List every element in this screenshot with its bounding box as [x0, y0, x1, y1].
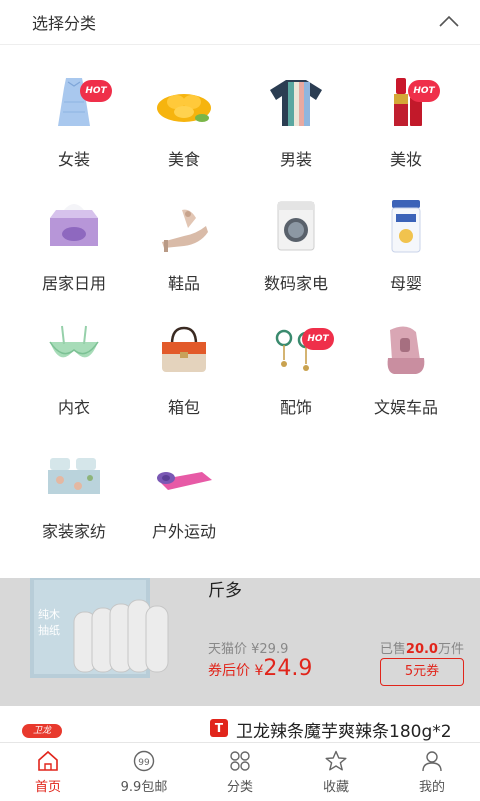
- yoga-mat-icon: [157, 472, 212, 490]
- tmall-price: 天猫价 ¥29.9: [208, 642, 289, 657]
- category-label: 数码家电: [263, 274, 328, 293]
- category-label: 箱包: [167, 398, 200, 417]
- category-outdoor-sports[interactable]: 户外运动: [124, 418, 244, 542]
- chevron-up-icon[interactable]: [438, 12, 460, 30]
- heel-shoe-icon: [162, 209, 208, 252]
- category-label: 鞋品: [167, 274, 200, 293]
- category-label: 配饰: [279, 398, 312, 417]
- milk-powder-icon: [391, 200, 421, 253]
- home-icon: [38, 750, 58, 771]
- tshirt-icon: [270, 80, 322, 126]
- category-label: 美妆: [389, 150, 422, 169]
- category-header: 选择分类: [0, 0, 480, 45]
- tab-9-9-free-shipping[interactable]: 99 9.9包邮: [96, 743, 192, 801]
- tissue-box-icon: [50, 204, 98, 246]
- tab-label: 9.9包邮: [120, 780, 168, 795]
- hot-badge: HOT: [80, 80, 112, 102]
- sold-count: 已售20.0万件: [380, 638, 464, 657]
- star-icon: [325, 750, 347, 771]
- after-coupon-value: 24.9: [263, 656, 313, 681]
- category-electronics[interactable]: 数码家电: [236, 170, 356, 294]
- category-label: 文娱车品: [373, 398, 438, 417]
- bottom-tab-bar: 首页 99 9.9包邮 分类 收藏 我的: [0, 742, 480, 801]
- tab-label: 首页: [34, 780, 61, 795]
- after-coupon-label: 券后价 ¥: [208, 663, 264, 679]
- mango-icon: [157, 94, 211, 122]
- category-label: 户外运动: [151, 522, 216, 541]
- page-title: 选择分类: [32, 14, 97, 33]
- bra-icon: [49, 325, 99, 358]
- category-bags[interactable]: 箱包: [124, 294, 244, 418]
- washing-machine-icon: [277, 201, 315, 251]
- category-label: 美食: [167, 150, 200, 169]
- product-card[interactable]: 卫龙 T 卫龙辣条魔芋爽辣条180g*2: [0, 706, 480, 742]
- product-package-text: 抽纸: [38, 623, 60, 637]
- svg-text:99: 99: [138, 758, 150, 768]
- sold-prefix: 已售: [379, 642, 406, 657]
- category-accessories[interactable]: HOT 配饰: [236, 294, 356, 418]
- product-card[interactable]: 纯木 抽纸 斤多 天猫价 ¥29.9 券后价 ¥24.9 已售20.0万件 5元…: [0, 578, 480, 706]
- product-title: 斤多: [208, 581, 242, 601]
- hot-badge: HOT: [408, 80, 440, 102]
- tab-label: 分类: [226, 780, 253, 795]
- tab-favorites[interactable]: 收藏: [288, 743, 384, 801]
- category-underwear[interactable]: 内衣: [14, 294, 134, 418]
- tab-category[interactable]: 分类: [192, 743, 288, 801]
- category-label: 家装家纺: [41, 522, 106, 541]
- category-label: 男装: [279, 150, 312, 169]
- category-label: 内衣: [57, 398, 90, 417]
- 99-icon: 99: [133, 750, 155, 772]
- category-household[interactable]: 居家日用: [14, 170, 134, 294]
- coupon-button[interactable]: 5元券: [380, 658, 464, 686]
- category-icon: [230, 751, 250, 771]
- category-label: 母婴: [389, 274, 422, 293]
- hot-badge: HOT: [302, 328, 334, 350]
- category-entertainment-auto[interactable]: 文娱车品: [346, 294, 466, 418]
- category-beauty[interactable]: HOT 美妆: [346, 46, 466, 170]
- handbag-icon: [162, 326, 206, 372]
- product-package-text: 纯木: [38, 608, 60, 621]
- category-home-textiles[interactable]: 家装家纺: [14, 418, 134, 542]
- brand-logo: 卫龙: [22, 724, 62, 738]
- after-coupon-price: 券后价 ¥24.9: [208, 656, 312, 681]
- category-women-clothing[interactable]: HOT 女装: [14, 46, 134, 170]
- bedding-icon: [48, 458, 100, 494]
- child-car-seat-icon: [387, 326, 425, 374]
- category-label: 居家日用: [41, 274, 106, 293]
- category-label: 女装: [57, 150, 90, 169]
- category-grid: HOT 女装 美食 男装 HOT 美妆 居家日用 鞋品 数码家电 母婴 内衣 箱…: [0, 46, 480, 578]
- tab-profile[interactable]: 我的: [384, 743, 480, 801]
- tab-home[interactable]: 首页: [0, 743, 96, 801]
- tab-label: 我的: [418, 780, 445, 795]
- product-title: 卫龙辣条魔芋爽辣条180g*2: [236, 722, 452, 742]
- user-icon: [422, 751, 442, 772]
- category-men-clothing[interactable]: 男装: [236, 46, 356, 170]
- tab-label: 收藏: [322, 780, 349, 795]
- category-food[interactable]: 美食: [124, 46, 244, 170]
- category-shoes[interactable]: 鞋品: [124, 170, 244, 294]
- category-baby[interactable]: 母婴: [346, 170, 466, 294]
- product-image: 纯木 抽纸: [30, 578, 169, 678]
- tmall-badge: T: [210, 719, 228, 737]
- sold-value: 20.0: [405, 642, 438, 657]
- sold-suffix: 万件: [437, 642, 464, 657]
